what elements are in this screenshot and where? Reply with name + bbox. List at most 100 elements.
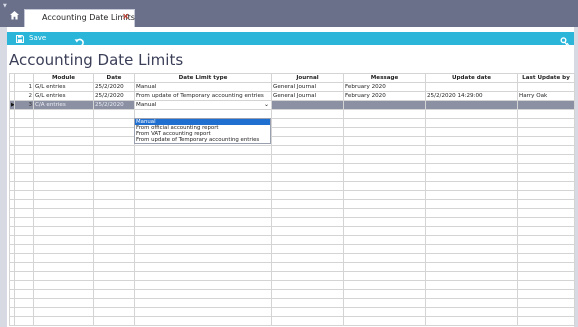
empty-cell[interactable] bbox=[134, 298, 272, 308]
empty-cell[interactable] bbox=[93, 199, 135, 209]
empty-row[interactable] bbox=[9, 289, 575, 299]
cell-last-update-by[interactable] bbox=[517, 100, 575, 110]
cell-journal[interactable]: General Journal bbox=[271, 91, 344, 101]
empty-cell[interactable] bbox=[33, 109, 94, 119]
empty-cell[interactable] bbox=[93, 298, 135, 308]
empty-cell[interactable] bbox=[271, 181, 344, 191]
empty-cell[interactable] bbox=[517, 199, 575, 209]
empty-cell[interactable] bbox=[93, 208, 135, 218]
empty-cell[interactable] bbox=[425, 244, 518, 254]
empty-cell[interactable] bbox=[134, 163, 272, 173]
empty-cell[interactable] bbox=[343, 190, 426, 200]
empty-cell[interactable] bbox=[425, 271, 518, 281]
empty-cell[interactable] bbox=[134, 280, 272, 290]
empty-cell[interactable] bbox=[134, 271, 272, 281]
empty-row[interactable] bbox=[9, 280, 575, 290]
empty-cell[interactable] bbox=[134, 262, 272, 272]
empty-row[interactable] bbox=[9, 172, 575, 182]
empty-cell[interactable] bbox=[93, 127, 135, 137]
empty-cell[interactable] bbox=[517, 298, 575, 308]
cell-module[interactable]: G/L entries bbox=[33, 91, 94, 101]
cell-date-limit-type[interactable]: From update of Temporary accounting entr… bbox=[134, 91, 272, 101]
cell-date-limit-type-editor[interactable]: Manual ⌄ bbox=[134, 100, 272, 110]
cell-message[interactable]: February 2020 bbox=[343, 91, 426, 101]
empty-cell[interactable] bbox=[33, 280, 94, 290]
empty-cell[interactable] bbox=[343, 163, 426, 173]
empty-cell[interactable] bbox=[271, 109, 344, 119]
empty-cell[interactable] bbox=[33, 181, 94, 191]
empty-row[interactable] bbox=[9, 154, 575, 164]
empty-cell[interactable] bbox=[271, 262, 344, 272]
empty-cell[interactable] bbox=[33, 289, 94, 299]
empty-cell[interactable] bbox=[33, 199, 94, 209]
empty-cell[interactable] bbox=[271, 172, 344, 182]
empty-cell[interactable] bbox=[271, 316, 344, 326]
empty-cell[interactable] bbox=[93, 181, 135, 191]
empty-cell[interactable] bbox=[93, 307, 135, 317]
empty-cell[interactable] bbox=[93, 253, 135, 263]
empty-cell[interactable] bbox=[33, 271, 94, 281]
tab-accounting-date-limits[interactable]: Accounting Date Limits × bbox=[24, 9, 135, 27]
empty-row[interactable] bbox=[9, 217, 575, 227]
empty-row[interactable] bbox=[9, 298, 575, 308]
empty-cell[interactable] bbox=[93, 154, 135, 164]
empty-cell[interactable] bbox=[33, 316, 94, 326]
empty-cell[interactable] bbox=[343, 127, 426, 137]
empty-cell[interactable] bbox=[93, 316, 135, 326]
empty-cell[interactable] bbox=[425, 298, 518, 308]
empty-cell[interactable] bbox=[271, 118, 344, 128]
empty-cell[interactable] bbox=[425, 118, 518, 128]
empty-cell[interactable] bbox=[134, 181, 272, 191]
empty-cell[interactable] bbox=[93, 136, 135, 146]
empty-cell[interactable] bbox=[93, 145, 135, 155]
empty-row[interactable] bbox=[9, 136, 575, 146]
column-header-date-limit-type[interactable]: Date Limit type bbox=[134, 73, 272, 83]
home-tab[interactable] bbox=[7, 7, 23, 27]
empty-cell[interactable] bbox=[93, 109, 135, 119]
empty-cell[interactable] bbox=[271, 145, 344, 155]
empty-cell[interactable] bbox=[134, 244, 272, 254]
empty-cell[interactable] bbox=[517, 109, 575, 119]
table-row[interactable]: 1 G/L entries 25/2/2020 Manual General J… bbox=[9, 82, 575, 92]
empty-cell[interactable] bbox=[271, 199, 344, 209]
empty-cell[interactable] bbox=[425, 208, 518, 218]
cell-date[interactable]: 25/2/2020 bbox=[93, 100, 135, 110]
empty-cell[interactable] bbox=[271, 190, 344, 200]
empty-cell[interactable] bbox=[517, 118, 575, 128]
cell-module[interactable]: G/L entries bbox=[33, 82, 94, 92]
key-button[interactable] bbox=[560, 33, 570, 48]
empty-cell[interactable] bbox=[343, 181, 426, 191]
empty-cell[interactable] bbox=[271, 235, 344, 245]
empty-cell[interactable] bbox=[33, 145, 94, 155]
empty-row[interactable] bbox=[9, 208, 575, 218]
empty-row[interactable] bbox=[9, 262, 575, 272]
empty-cell[interactable] bbox=[343, 244, 426, 254]
empty-row[interactable] bbox=[9, 244, 575, 254]
empty-cell[interactable] bbox=[33, 118, 94, 128]
empty-cell[interactable] bbox=[93, 280, 135, 290]
empty-row[interactable] bbox=[9, 181, 575, 191]
empty-cell[interactable] bbox=[343, 145, 426, 155]
empty-cell[interactable] bbox=[343, 271, 426, 281]
empty-cell[interactable] bbox=[425, 280, 518, 290]
empty-cell[interactable] bbox=[343, 154, 426, 164]
empty-cell[interactable] bbox=[33, 226, 94, 236]
empty-cell[interactable] bbox=[517, 289, 575, 299]
empty-cell[interactable] bbox=[134, 235, 272, 245]
empty-cell[interactable] bbox=[517, 253, 575, 263]
empty-cell[interactable] bbox=[33, 217, 94, 227]
empty-cell[interactable] bbox=[93, 172, 135, 182]
empty-cell[interactable] bbox=[343, 262, 426, 272]
empty-cell[interactable] bbox=[93, 217, 135, 227]
empty-cell[interactable] bbox=[425, 262, 518, 272]
column-header-journal[interactable]: Journal bbox=[271, 73, 344, 83]
empty-cell[interactable] bbox=[343, 235, 426, 245]
empty-cell[interactable] bbox=[271, 253, 344, 263]
empty-cell[interactable] bbox=[33, 235, 94, 245]
empty-cell[interactable] bbox=[93, 262, 135, 272]
empty-cell[interactable] bbox=[271, 136, 344, 146]
empty-cell[interactable] bbox=[33, 253, 94, 263]
empty-cell[interactable] bbox=[517, 280, 575, 290]
empty-cell[interactable] bbox=[271, 307, 344, 317]
cell-journal[interactable] bbox=[271, 100, 344, 110]
